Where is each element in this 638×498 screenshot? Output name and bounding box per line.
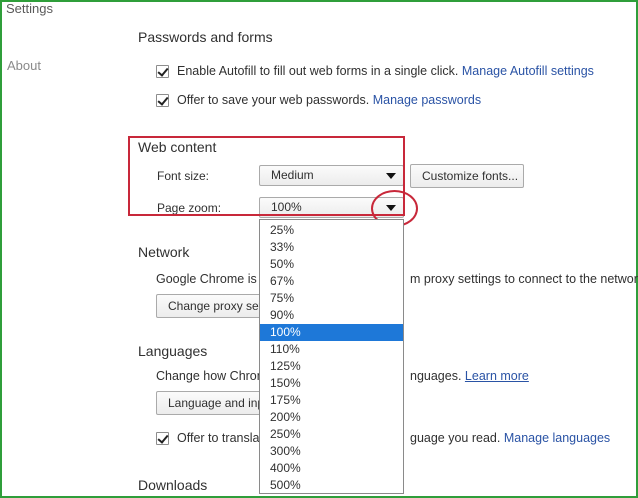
autofill-checkbox[interactable]	[156, 65, 169, 78]
network-heading: Network	[138, 244, 190, 260]
downloads-heading: Downloads	[138, 477, 208, 493]
network-text-right: m proxy settings to connect to the netwo…	[410, 272, 638, 286]
save-passwords-checkbox[interactable]	[156, 94, 169, 107]
language-input-button[interactable]: Language and inp	[156, 391, 266, 415]
offer-translate-checkbox[interactable]	[156, 432, 169, 445]
save-passwords-label: Offer to save your web passwords.	[177, 93, 370, 107]
languages-text-left: Change how Chrom	[156, 369, 268, 383]
zoom-option[interactable]: 125%	[260, 358, 403, 375]
manage-passwords-link[interactable]: Manage passwords	[373, 93, 481, 107]
offer-translate-text-left: Offer to translat	[177, 431, 263, 445]
web-content-highlight-box	[128, 136, 405, 216]
offer-translate-tail: guage you read.	[410, 431, 501, 445]
page-zoom-dropdown-list[interactable]: 25% 33% 50% 67% 75% 90% 100% 110% 125% 1…	[259, 219, 404, 494]
zoom-option[interactable]: 33%	[260, 239, 403, 256]
zoom-option[interactable]: 25%	[260, 222, 403, 239]
zoom-option[interactable]: 300%	[260, 443, 403, 460]
languages-text-right: nguages. Learn more	[410, 369, 529, 383]
zoom-option[interactable]: 200%	[260, 409, 403, 426]
sidebar-item-about[interactable]: About	[7, 58, 41, 73]
learn-more-link[interactable]: Learn more	[465, 369, 529, 383]
zoom-option[interactable]: 90%	[260, 307, 403, 324]
zoom-option[interactable]: 175%	[260, 392, 403, 409]
zoom-option[interactable]: 500%	[260, 477, 403, 494]
network-text-left: Google Chrome is u	[156, 272, 268, 286]
check-icon	[157, 432, 169, 444]
zoom-option[interactable]: 50%	[260, 256, 403, 273]
zoom-option[interactable]: 400%	[260, 460, 403, 477]
manage-autofill-link[interactable]: Manage Autofill settings	[462, 64, 594, 78]
zoom-option[interactable]: 250%	[260, 426, 403, 443]
languages-heading: Languages	[138, 343, 208, 359]
zoom-option[interactable]: 67%	[260, 273, 403, 290]
check-icon	[157, 94, 169, 106]
autofill-row: Enable Autofill to fill out web forms in…	[177, 64, 594, 78]
languages-text-tail: nguages.	[410, 369, 462, 383]
autofill-label: Enable Autofill to fill out web forms in…	[177, 64, 459, 78]
settings-title: Settings	[6, 1, 53, 16]
offer-translate-text-right: guage you read. Manage languages	[410, 431, 610, 445]
zoom-option-selected[interactable]: 100%	[260, 324, 403, 341]
zoom-option[interactable]: 150%	[260, 375, 403, 392]
save-passwords-row: Offer to save your web passwords. Manage…	[177, 93, 481, 107]
check-icon	[157, 65, 169, 77]
zoom-option[interactable]: 110%	[260, 341, 403, 358]
manage-languages-link[interactable]: Manage languages	[504, 431, 610, 445]
passwords-forms-heading: Passwords and forms	[138, 29, 273, 45]
zoom-option[interactable]: 75%	[260, 290, 403, 307]
change-proxy-button[interactable]: Change proxy set	[156, 294, 266, 318]
customize-fonts-button[interactable]: Customize fonts...	[410, 164, 524, 188]
